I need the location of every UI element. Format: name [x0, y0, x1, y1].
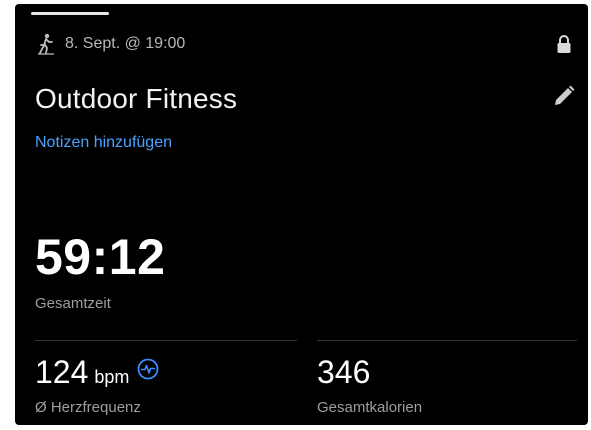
- heart-rate-icon[interactable]: [137, 358, 159, 380]
- activity-detail-screen: 8. Sept. @ 19:00 Outdoor Fitness Notizen…: [15, 4, 588, 425]
- heart-rate-value: 124: [35, 354, 89, 390]
- calories-value: 346: [317, 354, 371, 390]
- divider-right: [317, 340, 577, 341]
- activity-title: Outdoor Fitness: [35, 83, 238, 114]
- divider-left: [35, 340, 297, 341]
- activity-header: 8. Sept. @ 19:00: [37, 32, 572, 56]
- hiking-person-icon: [38, 33, 54, 55]
- heart-rate-unit: bpm: [94, 367, 130, 387]
- pencil-icon[interactable]: [552, 84, 576, 108]
- lock-icon[interactable]: [556, 34, 572, 54]
- drag-handle[interactable]: [31, 12, 109, 15]
- heart-rate-stat: 124 bpm: [35, 356, 159, 388]
- activity-date: 8. Sept. @ 19:00: [65, 35, 186, 52]
- total-time-label: Gesamtzeit: [35, 295, 111, 312]
- add-notes-link[interactable]: Notizen hinzufügen: [35, 134, 172, 152]
- heart-rate-label: Ø Herzfrequenz: [35, 399, 141, 416]
- total-time-value: 59:12: [35, 229, 166, 285]
- calories-stat: 346: [317, 356, 370, 388]
- calories-label: Gesamtkalorien: [317, 399, 423, 416]
